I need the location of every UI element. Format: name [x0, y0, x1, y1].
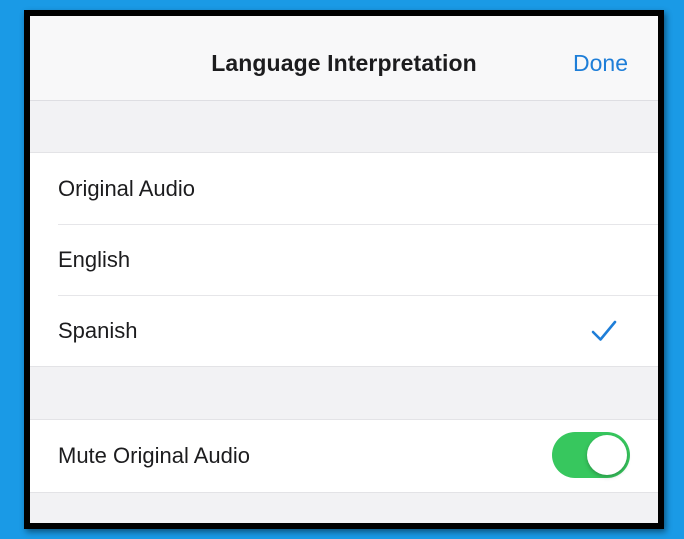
mute-original-audio-toggle[interactable] [552, 432, 630, 478]
language-option-english[interactable]: English [30, 224, 658, 295]
screenshot-frame: Language Interpretation Done Original Au… [24, 10, 664, 529]
checkmark-icon [591, 320, 617, 341]
done-button[interactable]: Done [573, 50, 628, 77]
language-option-spanish[interactable]: Spanish [30, 295, 658, 366]
navigation-bar: Language Interpretation Done [30, 16, 658, 101]
mute-settings-group: Mute Original Audio [30, 419, 658, 493]
language-option-original-audio[interactable]: Original Audio [30, 153, 658, 224]
mute-original-audio-label: Mute Original Audio [58, 443, 250, 468]
toggle-knob [587, 435, 627, 475]
language-option-label: Spanish [58, 318, 138, 343]
mute-original-audio-row: Mute Original Audio [30, 420, 658, 492]
language-option-label: English [58, 247, 131, 272]
page-title: Language Interpretation [211, 50, 477, 76]
language-option-label: Original Audio [58, 176, 195, 201]
language-options-list: Original Audio English Spanish [30, 152, 658, 367]
language-interpretation-panel: Language Interpretation Done Original Au… [30, 16, 658, 523]
